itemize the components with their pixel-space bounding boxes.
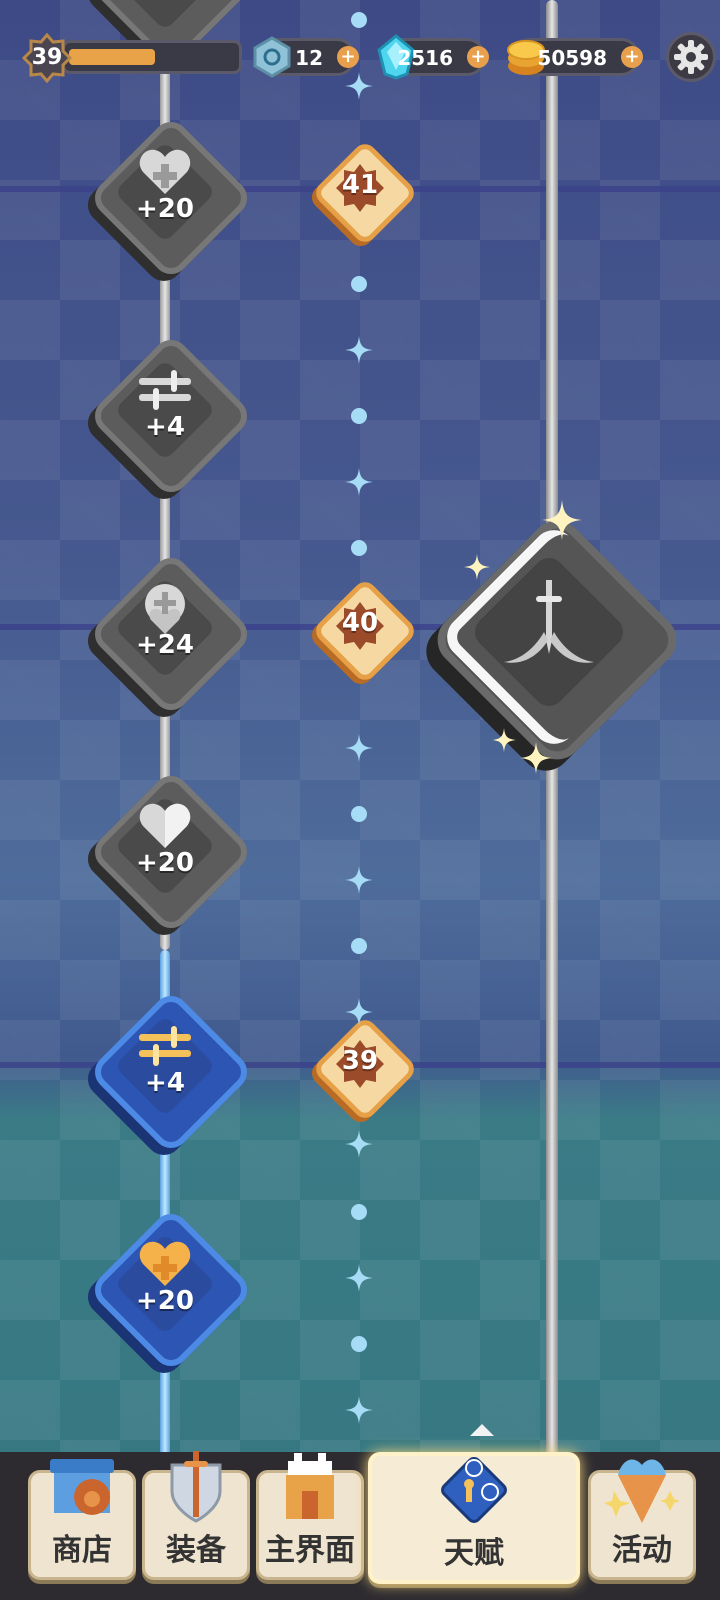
path-dot xyxy=(351,1204,367,1220)
talent-icon xyxy=(441,1457,507,1523)
xp-bar-fill xyxy=(69,49,155,65)
talent-value: +20 xyxy=(136,848,194,878)
talent-node[interactable]: +24 xyxy=(85,548,255,718)
heart-icon xyxy=(139,1241,191,1286)
activity-icon xyxy=(604,1459,680,1523)
add-diamonds-button[interactable]: + xyxy=(467,46,489,68)
sparkle-icon xyxy=(492,728,516,752)
path-dot xyxy=(351,806,367,822)
path-dot xyxy=(351,540,367,556)
add-coins-button[interactable]: + xyxy=(621,46,643,68)
heart-icon xyxy=(139,803,191,848)
player-level: 39 xyxy=(31,45,63,70)
path-dot xyxy=(351,276,367,292)
xp-bar xyxy=(62,40,242,74)
tab-main-label: 主界面 xyxy=(265,1533,355,1568)
level-marker: 39 xyxy=(310,1014,419,1123)
blue-gem-counter[interactable]: 12 + xyxy=(253,36,359,78)
sparkle-icon xyxy=(345,1396,373,1424)
gear-icon xyxy=(674,40,708,74)
sparkle-icon xyxy=(345,1264,373,1292)
add-gems-button[interactable]: + xyxy=(337,46,359,68)
sparkle-icon xyxy=(345,336,373,364)
tab-equipment-label: 装备 xyxy=(166,1533,226,1568)
talent-node[interactable]: +20 xyxy=(85,1204,255,1374)
tab-equipment[interactable]: 装备 xyxy=(142,1451,250,1580)
top-hud: 39 12 + 2516 + 50598 + xyxy=(0,30,720,86)
level-marker: 41 xyxy=(310,138,419,247)
talent-value: +20 xyxy=(136,1286,194,1316)
path-dot xyxy=(351,12,367,28)
settings-button[interactable] xyxy=(666,32,716,82)
special-talent-node[interactable] xyxy=(426,509,688,771)
sparkle-icon xyxy=(542,500,582,540)
sparkle-icon xyxy=(345,1130,373,1158)
sword-icon xyxy=(139,370,191,410)
sword-icon xyxy=(139,1026,191,1066)
sparkle-icon xyxy=(345,468,373,496)
bottom-nav: 商店 装备 主界面 天赋 活动 xyxy=(0,1451,720,1600)
sparkle-icon xyxy=(520,742,552,774)
shield-heart-icon xyxy=(145,584,185,634)
heart-icon xyxy=(139,149,191,194)
sword-shield-icon xyxy=(170,1451,222,1523)
castle-icon xyxy=(286,1453,334,1519)
talent-value: +24 xyxy=(136,630,194,660)
path-dot xyxy=(351,408,367,424)
tab-talent[interactable]: 天赋 xyxy=(368,1452,580,1584)
tab-main[interactable]: 主界面 xyxy=(256,1453,364,1580)
blue-gem-icon xyxy=(253,36,291,78)
level-number: 41 xyxy=(341,170,379,200)
sparkle-icon xyxy=(345,734,373,762)
path-dot xyxy=(351,938,367,954)
level-number: 39 xyxy=(341,1046,379,1076)
tab-shop[interactable]: 商店 xyxy=(28,1459,136,1580)
talent-value: +4 xyxy=(145,1068,185,1098)
tab-talent-label: 天赋 xyxy=(444,1536,504,1571)
level-marker: 40 xyxy=(310,576,419,685)
tab-activity[interactable]: 活动 xyxy=(588,1459,696,1580)
coin-counter[interactable]: 50598 + xyxy=(507,38,643,76)
tab-shop-label: 商店 xyxy=(52,1533,112,1568)
crossed-swords-icon xyxy=(504,580,594,663)
path-dot xyxy=(351,1336,367,1352)
blue-gem-count: 12 xyxy=(295,46,323,70)
selected-tab-indicator xyxy=(470,1424,494,1436)
talent-node[interactable]: +4 xyxy=(85,986,255,1156)
shop-icon xyxy=(50,1459,114,1515)
diamond-count: 2516 xyxy=(397,46,453,70)
diamond-counter[interactable]: 2516 + xyxy=(377,34,489,80)
player-level-badge[interactable]: 39 xyxy=(21,32,73,84)
talent-node[interactable]: +20 xyxy=(85,766,255,936)
tab-activity-label: 活动 xyxy=(612,1533,672,1568)
talent-node[interactable]: +20 xyxy=(85,112,255,282)
talent-value: +20 xyxy=(136,194,194,224)
sparkle-icon xyxy=(464,554,490,580)
sparkle-icon xyxy=(345,998,373,1026)
talent-node[interactable]: +4 xyxy=(85,330,255,500)
sparkle-icon xyxy=(345,866,373,894)
coin-count: 50598 xyxy=(537,46,607,70)
level-number: 40 xyxy=(341,608,379,638)
talent-value: +4 xyxy=(145,412,185,442)
